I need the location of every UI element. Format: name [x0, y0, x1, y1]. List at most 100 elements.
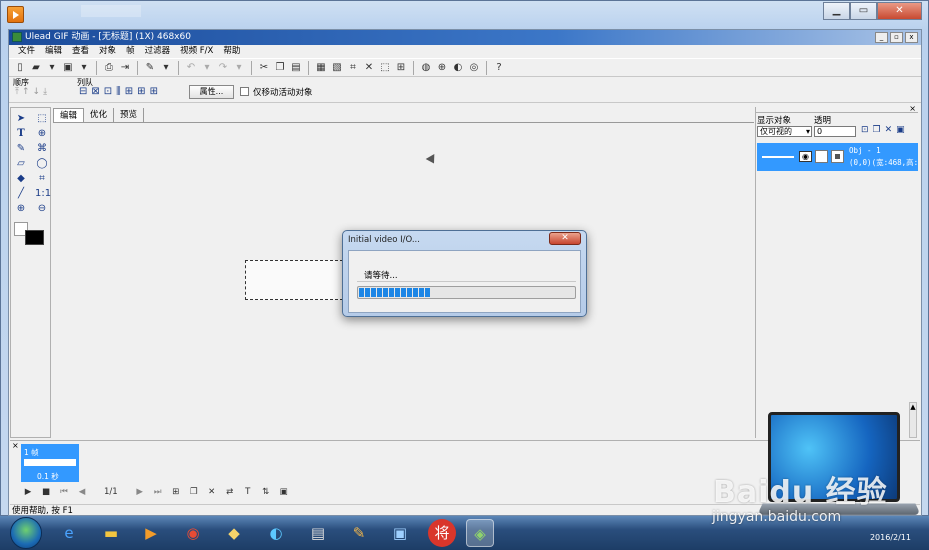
media-player-icon[interactable]: ▶	[137, 519, 165, 547]
menu-file[interactable]: 文件	[13, 45, 40, 58]
move-active-checkbox[interactable]	[240, 87, 249, 96]
align-right-icon[interactable]: ⊡	[104, 86, 112, 97]
foreground-color-swatch[interactable]	[25, 230, 44, 245]
frame-panel-close-icon[interactable]: ×	[12, 441, 19, 450]
save-icon[interactable]: ▣	[61, 61, 75, 75]
reverse-icon[interactable]: ⇅	[260, 487, 272, 497]
network-icon[interactable]: ▣	[386, 519, 414, 547]
close-button[interactable]: ✕	[877, 2, 922, 20]
resize-icon[interactable]: ⬚	[378, 61, 392, 75]
duplicate-frame-icon[interactable]: ❐	[188, 487, 200, 497]
object-row[interactable]: ◉ Obj - 1 (0,0)(宽:468,高:6	[757, 143, 918, 171]
folder-icon[interactable]: ◆	[220, 519, 248, 547]
undo-icon[interactable]: ↶	[184, 61, 198, 75]
eyedropper-icon[interactable]: ╱	[14, 187, 28, 200]
marquee-icon[interactable]: ⬚	[35, 112, 49, 125]
help-icon[interactable]: ?	[492, 61, 506, 75]
chess-app-icon[interactable]: 将	[428, 519, 456, 547]
align-left-icon[interactable]: ⊟	[79, 86, 87, 97]
cut-icon[interactable]: ✂	[257, 61, 271, 75]
crop-icon[interactable]: ⌗	[346, 61, 360, 75]
minimize-button[interactable]: ▁	[823, 2, 850, 20]
new-icon[interactable]: ▯	[13, 61, 27, 75]
maximize-button[interactable]: ▭	[850, 2, 877, 20]
actual-size-icon[interactable]: 1:1	[35, 187, 51, 200]
crop-icon[interactable]: ⌗	[35, 172, 49, 185]
dropdown-icon[interactable]: ▾	[159, 61, 173, 75]
menu-edit[interactable]: 编辑	[40, 45, 67, 58]
menu-object[interactable]: 对象	[94, 45, 121, 58]
delete-object-icon[interactable]: ✕	[885, 125, 893, 135]
prev-frame-icon[interactable]: ◀	[76, 487, 88, 497]
grid-icon[interactable]: ⊞	[137, 86, 145, 97]
open-icon[interactable]: ▰	[29, 61, 43, 75]
explorer-icon[interactable]: ▬	[97, 519, 125, 547]
object-props-icon[interactable]: ▣	[896, 125, 905, 135]
distribute-icon[interactable]: ⫼	[116, 86, 121, 97]
bring-front-icon[interactable]: ⤒	[15, 87, 19, 97]
play-icon[interactable]: ▶	[22, 487, 34, 497]
banner-text-icon[interactable]: T	[242, 487, 254, 497]
send-backward-icon[interactable]: ↓	[33, 87, 41, 97]
delete-icon[interactable]: ✕	[362, 61, 376, 75]
opacity-spinner[interactable]: 0	[814, 126, 856, 137]
menu-view[interactable]: 查看	[67, 45, 94, 58]
new-object-icon[interactable]: ⊡	[861, 125, 869, 135]
menu-frame[interactable]: 帧	[121, 45, 140, 58]
print-icon[interactable]: ⎙	[102, 61, 116, 75]
send-back-icon[interactable]: ⤓	[43, 87, 47, 97]
ellipse-icon[interactable]: ◯	[35, 157, 49, 170]
mdi-restore-button[interactable]: ▫	[890, 32, 903, 43]
eraser-icon[interactable]: ▱	[14, 157, 28, 170]
bring-forward-icon[interactable]: ↑	[22, 87, 30, 97]
paste-icon[interactable]: ▤	[289, 61, 303, 75]
tab-optimize[interactable]: 优化	[84, 108, 115, 122]
mdi-close-button[interactable]: x	[905, 32, 918, 43]
transform-icon[interactable]: ⊕	[35, 127, 49, 140]
duplicate-object-icon[interactable]: ❐	[873, 125, 881, 135]
tab-edit[interactable]: 编辑	[53, 108, 85, 122]
dropdown-icon[interactable]: ▾	[200, 61, 214, 75]
chrome-icon[interactable]: ◉	[179, 519, 207, 547]
paint-icon[interactable]: ✎	[143, 61, 157, 75]
last-frame-icon[interactable]: ⏭	[152, 487, 164, 497]
zoom-out-icon[interactable]: ⊖	[35, 202, 49, 215]
fill-icon[interactable]: ◆	[14, 172, 28, 185]
document-icon[interactable]: ▤	[304, 519, 332, 547]
ulead-taskbar-icon[interactable]: ◈	[466, 519, 494, 547]
dropdown-icon[interactable]: ▾	[45, 61, 59, 75]
lasso-icon[interactable]: ⌘	[35, 142, 49, 155]
frame-add-icon[interactable]: ▦	[314, 61, 328, 75]
delete-frame-icon[interactable]: ✕	[206, 487, 218, 497]
first-frame-icon[interactable]: ⏮	[58, 487, 70, 497]
redo-icon[interactable]: ↷	[216, 61, 230, 75]
copy-icon[interactable]: ❐	[273, 61, 287, 75]
browser-icon[interactable]: ◎	[467, 61, 481, 75]
frame-thumbnail[interactable]: 1 帧 0.1 秒	[21, 444, 79, 482]
globe-icon[interactable]: ◍	[419, 61, 433, 75]
frame-props-icon[interactable]: ▣	[278, 487, 290, 497]
arrange-icon[interactable]: ⊞	[394, 61, 408, 75]
tab-preview[interactable]: 预览	[114, 108, 145, 122]
display-objects-select[interactable]: 仅可视的	[757, 126, 812, 137]
export-icon[interactable]: ⇥	[118, 61, 132, 75]
frame-props-icon[interactable]: ▧	[330, 61, 344, 75]
grid-icon[interactable]: ⊞	[150, 86, 158, 97]
panel-close-icon[interactable]: ×	[909, 104, 916, 113]
image-frame[interactable]	[245, 260, 343, 300]
window-titlebar[interactable]: ▁ ▭ ✕	[1, 1, 928, 29]
optimize-icon[interactable]: ⊕	[435, 61, 449, 75]
zoom-in-icon[interactable]: ⊕	[14, 202, 28, 215]
brush-icon[interactable]: ✎	[14, 142, 28, 155]
pointer-icon[interactable]: ➤	[14, 112, 28, 125]
text-icon[interactable]: T	[14, 127, 28, 140]
grid-icon[interactable]: ⊞	[125, 86, 133, 97]
document-titlebar[interactable]: Ulead GIF 动画 - [无标题] (1X) 468x60 _ ▫ x	[9, 30, 921, 45]
menu-video-fx[interactable]: 视频 F/X	[175, 45, 218, 58]
menu-filter[interactable]: 过滤器	[140, 45, 176, 58]
menu-help[interactable]: 帮助	[218, 45, 245, 58]
visibility-eye-icon[interactable]: ◉	[799, 151, 812, 162]
properties-button[interactable]: 属性...	[189, 85, 234, 99]
dropdown-icon[interactable]: ▾	[232, 61, 246, 75]
mdi-minimize-button[interactable]: _	[875, 32, 888, 43]
